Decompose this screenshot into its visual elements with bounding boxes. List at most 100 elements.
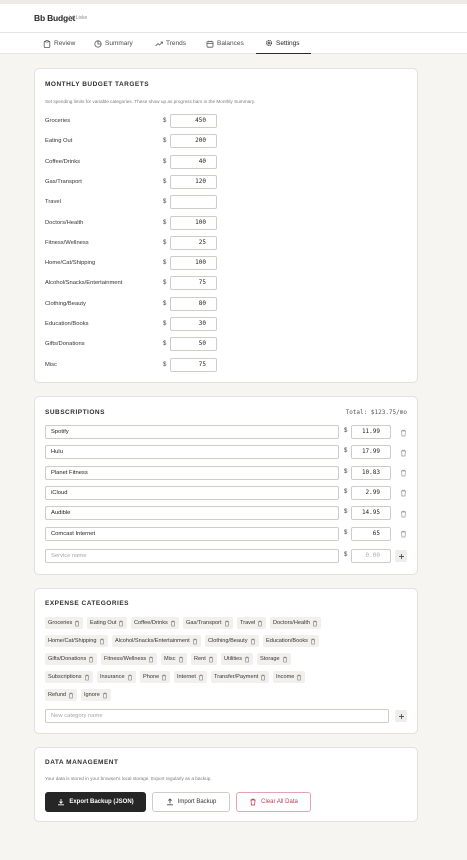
category-chip-label: Ignore [84,692,100,698]
app-byline: by Liske [69,15,88,21]
budget-amount-input[interactable] [170,195,217,210]
remove-category-button[interactable] [68,692,74,699]
budget-amount-input[interactable]: 50 [170,337,217,352]
remove-category-button[interactable] [244,656,250,663]
export-backup-label: Export Backup (JSON) [69,799,134,805]
app-header: Bb Budget by Liske [0,4,467,32]
category-chip: Utilities [221,653,254,665]
subscription-name-input[interactable]: iCloud [45,485,339,500]
delete-subscription-button[interactable] [399,428,407,437]
remove-category-button[interactable] [178,656,184,663]
budget-amount-input[interactable]: 75 [170,276,217,291]
budget-amount-input[interactable]: 25 [170,235,217,250]
chart-icon [93,39,102,48]
subscription-amount-input[interactable]: 65 [351,526,391,541]
subscription-name-input[interactable]: Comcast Internet [45,526,339,541]
category-chip: Home/Cat/Shipping [45,635,108,647]
clipboard-icon [42,39,51,48]
remove-category-button[interactable] [84,674,90,681]
subscriptions-card: SUBSCRIPTIONS Total: $123.75/mo Spotify $… [34,396,418,575]
remove-category-button[interactable] [74,620,80,627]
tab-summary[interactable]: Summary [93,33,133,54]
remove-category-button[interactable] [257,620,263,627]
data-section-description: Your data is stored in your browser's lo… [45,776,212,781]
budget-category-label: Doctors/Health [45,219,84,226]
delete-subscription-button[interactable] [399,489,407,498]
trash-icon [99,638,104,644]
budget-amount-input[interactable]: 30 [170,317,217,331]
data-management-card: DATA MANAGEMENT Your data is stored in y… [34,747,418,822]
remove-category-button[interactable] [148,656,154,663]
add-category-button[interactable] [395,710,407,722]
remove-category-button[interactable] [99,638,105,645]
budget-amount-input[interactable]: 120 [170,174,217,189]
remove-category-button[interactable] [282,656,288,663]
trash-icon [208,656,213,662]
budget-amount-input[interactable]: 40 [170,154,217,169]
new-service-name-input[interactable]: Service name [45,549,339,563]
category-chip: Education/Books [263,635,319,647]
delete-subscription-button[interactable] [399,530,407,539]
remove-category-button[interactable] [127,674,133,681]
clear-all-data-button[interactable]: Clear All Data [236,792,311,812]
remove-category-button[interactable] [208,656,214,663]
currency-symbol: $ [344,468,348,475]
trash-icon [244,656,250,662]
subscription-amount-input[interactable]: 10.83 [351,465,391,480]
tab-balances[interactable]: Balances [205,33,244,54]
tab-trends[interactable]: Trends [154,33,186,54]
category-chip: Subscriptions [45,671,93,683]
subscription-name-input[interactable]: Hulu [45,445,339,460]
category-chip: Gifts/Donations [45,653,98,665]
remove-category-button[interactable] [88,656,94,663]
remove-category-button[interactable] [198,674,204,681]
subscription-name-input[interactable]: Planet Fitness [45,465,339,480]
delete-subscription-button[interactable] [399,448,407,457]
subscription-name-input[interactable]: Audible [45,506,339,521]
tab-settings[interactable]: Settings [256,33,311,54]
remove-category-button[interactable] [161,674,167,681]
subscription-amount-input[interactable]: 14.95 [351,506,391,521]
category-chip-label: Subscriptions [48,674,82,680]
remove-category-button[interactable] [296,674,302,681]
new-category-input[interactable]: New category name [45,709,389,723]
remove-category-button[interactable] [312,620,318,627]
category-chip: Misc [161,653,187,665]
budget-amount-input[interactable]: 75 [170,357,217,372]
budget-amount-input[interactable]: 450 [170,114,217,128]
plus-icon [398,713,404,719]
import-backup-button[interactable]: Import Backup [152,792,230,812]
export-backup-button[interactable]: Export Backup (JSON) [45,792,146,812]
remove-category-button[interactable] [260,674,266,681]
add-subscription-button[interactable] [395,550,407,562]
budget-amount-input[interactable]: 100 [170,215,217,230]
tab-review[interactable]: Review [42,33,75,54]
category-chip-label: Refund [48,692,67,698]
new-service-amount-input[interactable]: 0.00 [351,549,391,563]
budget-amount-input[interactable]: 100 [170,256,217,271]
budget-section-title: MONTHLY BUDGET TARGETS [45,81,150,88]
remove-category-button[interactable] [170,620,176,627]
category-chip-label: Fitness/Wellness [104,656,147,662]
remove-category-button[interactable] [250,638,256,645]
trash-icon [178,656,183,662]
category-chip: Doctors/Health [270,617,321,629]
delete-subscription-button[interactable] [399,509,407,518]
category-chip-label: Home/Cat/Shipping [48,638,97,644]
remove-category-button[interactable] [224,620,230,627]
budget-amount-input[interactable]: 80 [170,296,217,311]
subscription-amount-input[interactable]: 17.99 [351,445,391,460]
remove-category-button[interactable] [310,638,316,645]
subscription-name-input[interactable]: Spotify [45,425,339,439]
trash-icon [89,656,94,662]
budget-amount-input[interactable]: 200 [170,134,217,149]
remove-category-button[interactable] [102,692,108,699]
category-chip-label: Groceries [48,620,73,626]
delete-subscription-button[interactable] [399,469,407,478]
remove-category-button[interactable] [192,638,198,645]
subscription-amount-input[interactable]: 11.99 [351,425,391,439]
category-chip-label: Gas/Transport [186,620,222,626]
remove-category-button[interactable] [118,620,124,627]
category-chip: Coffee/Drinks [131,617,179,629]
subscription-amount-input[interactable]: 2.99 [351,485,391,500]
